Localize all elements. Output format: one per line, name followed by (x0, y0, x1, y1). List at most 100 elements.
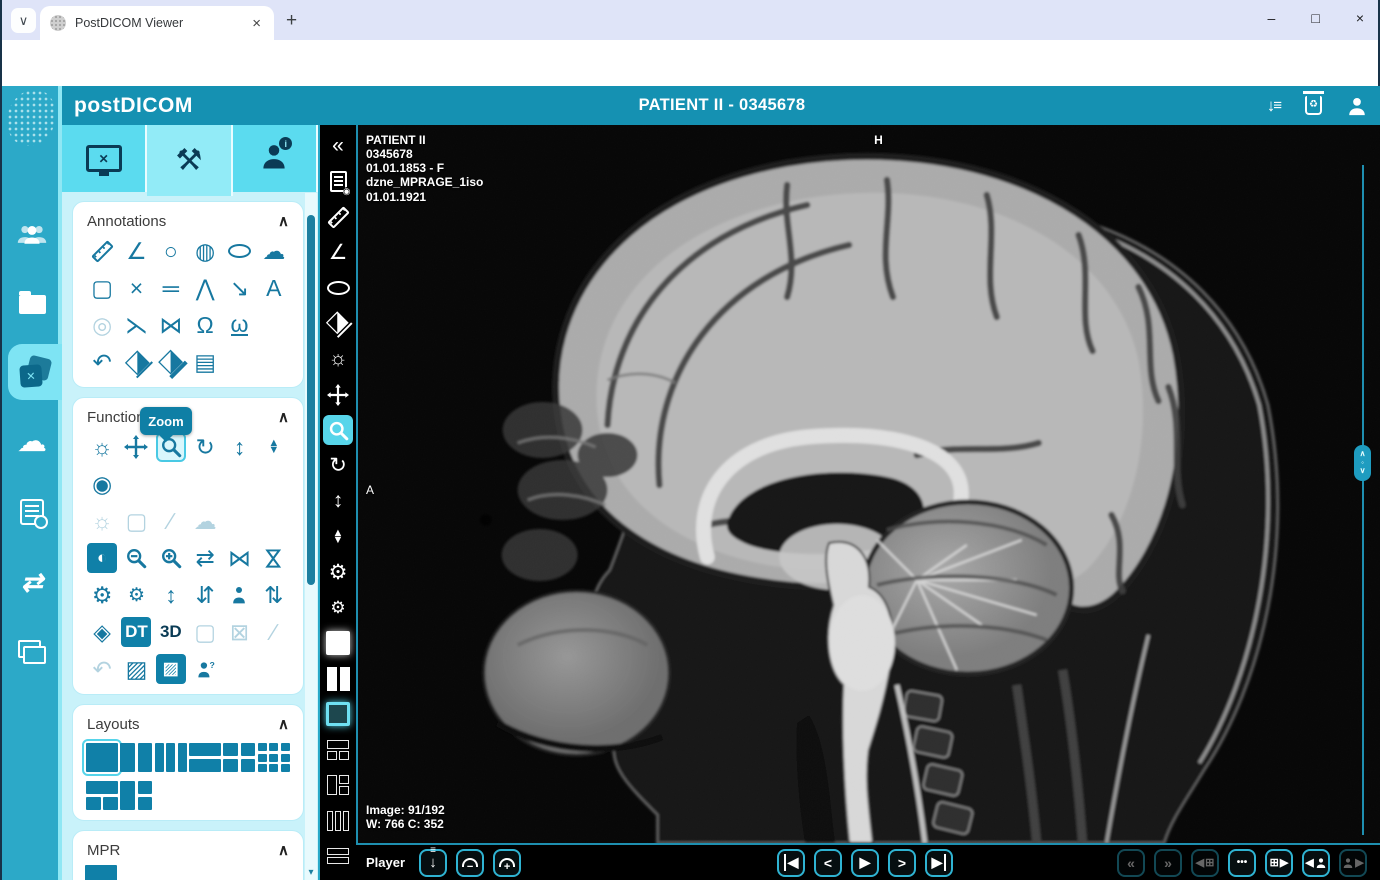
rail-order-list[interactable] (2, 486, 62, 538)
prev-series-button[interactable]: « (1117, 848, 1145, 877)
tb-window-level[interactable]: ☼ (323, 344, 353, 374)
tool-open-angle[interactable]: ⋋ (121, 310, 151, 340)
tool-spline[interactable]: ω (224, 310, 254, 340)
tb-layout-two-rows[interactable] (323, 841, 353, 871)
layout-1x3[interactable] (154, 743, 187, 772)
fn-invert[interactable]: ◐ (87, 543, 118, 573)
tb-report[interactable] (323, 167, 353, 197)
tb-pan[interactable] (323, 380, 353, 410)
mpr-collapse-icon[interactable]: ∧ (278, 841, 289, 859)
series-scroll-handle[interactable]: ∧ ◦ ∨ (1354, 445, 1371, 481)
tool-ellipse[interactable] (224, 236, 254, 266)
tb-layout-three-cols[interactable] (323, 806, 353, 836)
tab-tools-selected[interactable]: ⚒ (147, 125, 233, 196)
image-viewport[interactable]: PATIENT II 0345678 01.01.1853 - F dzne_M… (356, 125, 1380, 845)
mpr-layout-tile[interactable] (85, 865, 117, 880)
tb-layout-single-active[interactable] (323, 628, 353, 658)
tb-rotate[interactable]: ↻ (323, 451, 353, 481)
tool-circle[interactable]: ○ (156, 236, 186, 266)
tb-angle[interactable]: ∠ (323, 238, 353, 268)
prev-patient-button[interactable]: ◀ (1302, 848, 1330, 877)
tool-freehand[interactable]: ☁ (259, 236, 289, 266)
rail-patients[interactable] (2, 208, 62, 260)
tb-layout-top-strip[interactable] (323, 735, 353, 765)
tab-search-chevron-icon[interactable]: ∨ (11, 8, 36, 33)
layout-1x2[interactable] (120, 743, 153, 772)
player-first-button[interactable]: ◀ (777, 848, 805, 877)
tool-undo[interactable]: ↶ (87, 347, 117, 377)
player-next-button[interactable]: > (888, 848, 916, 877)
player-speed-up-button[interactable] (493, 848, 522, 877)
more-options-button[interactable]: ••• (1228, 848, 1256, 877)
fn-auto-rotate[interactable]: ⚙ (121, 580, 151, 610)
tool-angle[interactable]: ∠ (121, 236, 151, 266)
panel-scrollbar[interactable]: ▾ (305, 193, 317, 880)
tool-save-annotations[interactable]: ▤ (190, 347, 220, 377)
annotations-collapse-icon[interactable]: ∧ (278, 212, 289, 230)
tb-layout-left-tall[interactable] (323, 770, 353, 800)
rail-folders[interactable] (2, 278, 62, 330)
player-speed-down-button[interactable] (456, 848, 485, 877)
tool-text[interactable]: A (259, 273, 289, 303)
series-scroll-track[interactable] (1361, 165, 1364, 835)
tb-ellipse[interactable] (323, 273, 353, 303)
download-queue-icon[interactable]: ↓ ≡ (1267, 96, 1282, 116)
tool-erase-all[interactable]: ◪ (152, 343, 188, 379)
next-patient-button[interactable]: ▶ (1339, 848, 1367, 877)
fn-rotate-ccw[interactable]: ⚙ (87, 580, 117, 610)
tool-rectangle[interactable]: ▢ (87, 273, 117, 303)
tb-layout-split[interactable] (323, 664, 353, 694)
tb-rotate-reset[interactable]: ⚙ (323, 557, 353, 587)
tb-ruler[interactable] (323, 202, 353, 232)
fn-vertical-scroll[interactable]: ↕ (224, 432, 254, 462)
panel-scrollbar-down-icon[interactable]: ▾ (305, 867, 317, 878)
fn-localizer[interactable]: ◉ (87, 469, 117, 499)
fn-3d[interactable]: 3D (156, 617, 186, 647)
layouts-collapse-icon[interactable]: ∧ (278, 715, 289, 733)
fn-save-image[interactable]: ▨ (155, 654, 186, 684)
tool-eraser[interactable]: ◪ (119, 344, 153, 378)
tab-viewer[interactable]: ✕ (62, 125, 148, 192)
tool-ruler[interactable] (87, 236, 117, 266)
tb-eraser[interactable]: ◪ (321, 307, 353, 339)
layout-1x1-selected[interactable] (82, 739, 123, 776)
rail-sharing[interactable]: ⇄ (2, 556, 62, 608)
tool-cobb-angle[interactable]: ⋈ (156, 310, 186, 340)
tool-closed-region[interactable]: Ω (190, 310, 220, 340)
layout-2x1[interactable] (189, 743, 222, 772)
fn-anonymize[interactable]: ? (190, 654, 220, 684)
fn-dicom-tags[interactable]: DT (121, 617, 152, 647)
player-prev-button[interactable]: < (814, 848, 842, 877)
fn-patient-orientation[interactable] (224, 580, 254, 610)
player-play-button[interactable]: ▶ (851, 848, 879, 877)
player-last-button[interactable]: ▶ (925, 848, 953, 877)
fn-window-level[interactable]: ☼ (87, 432, 117, 462)
layout-top-strip[interactable] (86, 781, 119, 810)
new-tab-button[interactable]: + (286, 10, 297, 32)
tab-patient-info[interactable]: i (232, 125, 318, 192)
window-maximize-button[interactable]: □ (1311, 10, 1319, 26)
window-minimize-button[interactable]: – (1268, 10, 1276, 26)
tb-collapse[interactable]: « (323, 131, 353, 161)
fn-collapse-vertical[interactable]: ⇵ (190, 580, 220, 610)
fn-tag[interactable]: ◈ (87, 617, 117, 647)
tb-zoom-active[interactable] (323, 415, 353, 445)
user-account-icon[interactable] (1346, 95, 1368, 117)
tb-vertical-scroll[interactable]: ↕ (323, 486, 353, 516)
fn-expand-vertical[interactable]: ↕ (156, 580, 186, 610)
fn-rotate[interactable]: ↻ (190, 432, 220, 462)
prev-stack-button[interactable]: ◀ ⊞ (1191, 848, 1219, 877)
browser-tab[interactable]: PostDICOM Viewer × (40, 6, 274, 40)
fn-zoom-out[interactable] (121, 543, 151, 573)
tab-close-icon[interactable]: × (249, 15, 264, 32)
tool-cross[interactable]: × (121, 273, 151, 303)
tb-stack-scroll[interactable]: ▲ ▼ (323, 522, 353, 552)
tb-auto-rotate[interactable]: ⚙ (323, 593, 353, 623)
rail-cloud-upload[interactable]: ☁ (2, 416, 62, 468)
fn-flip-horizontal[interactable]: ⇄ (190, 543, 220, 573)
tool-parallel-lines[interactable]: ═ (156, 273, 186, 303)
tool-polyline[interactable]: ⋀ (190, 273, 220, 303)
layout-3x3[interactable] (257, 743, 290, 772)
fn-pan[interactable] (121, 432, 151, 462)
player-export-button[interactable]: ↓ (419, 848, 448, 877)
